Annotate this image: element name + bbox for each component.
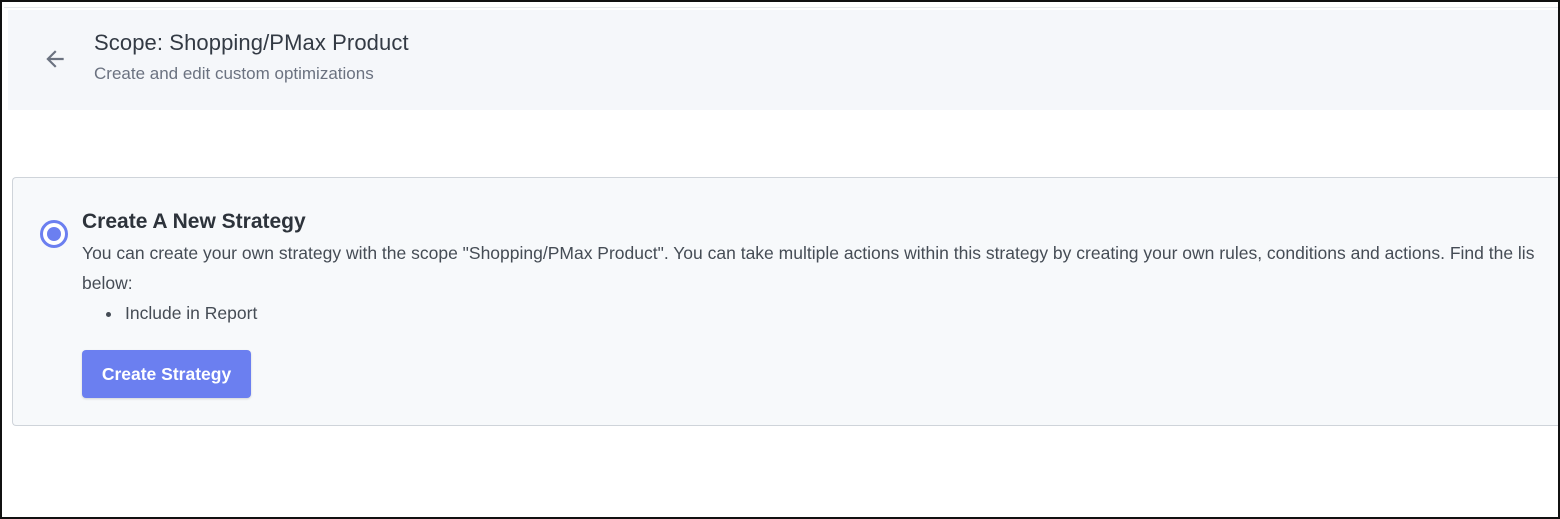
strategy-actions-list: Include in Report: [123, 303, 257, 324]
page-header: Scope: Shopping/PMax Product Create and …: [8, 10, 1558, 110]
strategy-radio-button[interactable]: [40, 220, 68, 248]
strategy-title: Create A New Strategy: [82, 210, 306, 233]
page-subtitle: Create and edit custom optimizations: [94, 64, 374, 83]
top-divider: [4, 4, 1558, 8]
radio-selected-dot: [47, 227, 61, 241]
strategy-description: You can create your own strategy with th…: [82, 238, 1558, 298]
page-title: Scope: Shopping/PMax Product: [94, 30, 409, 55]
list-item: Include in Report: [123, 303, 257, 324]
strategy-description-line1: You can create your own strategy with th…: [82, 243, 1535, 263]
strategy-option-card[interactable]: Create A New Strategy You can create you…: [12, 177, 1558, 426]
app-frame: Scope: Shopping/PMax Product Create and …: [0, 0, 1560, 519]
create-strategy-button[interactable]: Create Strategy: [82, 350, 251, 398]
strategy-description-line2: below:: [82, 273, 133, 293]
back-button[interactable]: [38, 42, 72, 76]
arrow-left-icon: [46, 50, 64, 68]
